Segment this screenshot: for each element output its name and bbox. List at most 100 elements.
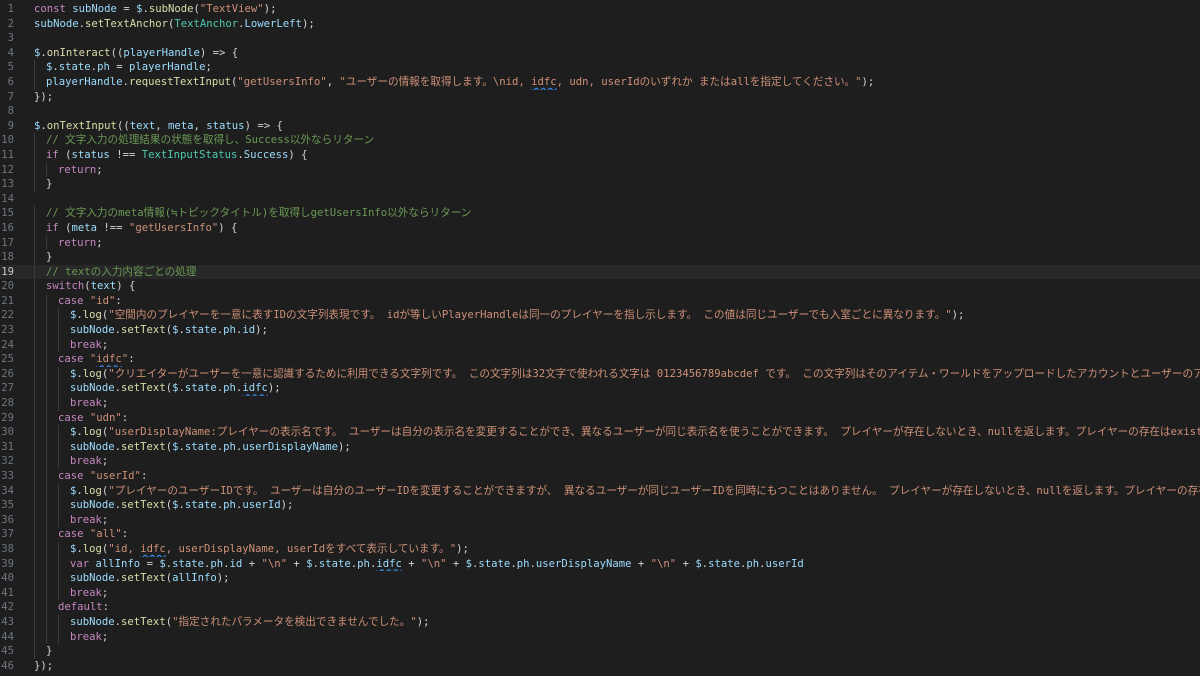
code-line[interactable]: 25 case "idfc": bbox=[0, 352, 1200, 367]
code-line[interactable]: 43 subNode.setText("指定されたパラメータを検出できませんでした… bbox=[0, 615, 1200, 630]
code-line[interactable]: 18} bbox=[0, 250, 1200, 265]
code-line[interactable]: 2 subNode.setTextAnchor(TextAnchor.LowerL… bbox=[0, 17, 1200, 32]
line-text: var allInfo = $.state.ph.id + "\n" + $.s… bbox=[34, 557, 1200, 572]
code-token: ph bbox=[97, 61, 110, 74]
code-line[interactable]: 23 subNode.setText($.state.ph.id); bbox=[0, 323, 1200, 338]
code-line[interactable]: 16 if (meta !== "getUsersInfo") { bbox=[0, 221, 1200, 236]
code-token: ph bbox=[357, 557, 370, 570]
code-token: , bbox=[155, 119, 168, 132]
code-token: ; bbox=[96, 236, 103, 249]
code-line[interactable]: 11 if (status !== TextInputStatus.Success… bbox=[0, 148, 1200, 163]
code-line[interactable]: 19 // textの入力内容ごとの処理 bbox=[0, 264, 1200, 280]
code-token: ) => { bbox=[199, 46, 239, 59]
code-line[interactable]: 5 $.state.ph = playerHandle; bbox=[0, 60, 1200, 75]
indent-guide bbox=[34, 557, 46, 572]
line-text: // 文字入力のmeta情報(≒トピックタイトル)を取得しgetUsersInf… bbox=[34, 206, 1200, 221]
code-lines[interactable]: 1 const subNode = $.subNode("TextView"); 2… bbox=[0, 2, 1200, 673]
line-text: subNode.setText($.state.ph.userId); bbox=[34, 498, 1200, 513]
code-line[interactable]: 44 break; bbox=[0, 630, 1200, 645]
code-token: default bbox=[58, 601, 103, 614]
code-line[interactable]: 27 subNode.setText($.state.ph.idfc); bbox=[0, 381, 1200, 396]
code-token: ; bbox=[101, 397, 109, 410]
code-line[interactable]: 26 $.log("クリエイターがユーザーを一意に認識するために利用できる文字列で… bbox=[0, 367, 1200, 382]
code-line[interactable]: 41 break; bbox=[0, 586, 1200, 601]
code-line[interactable]: 14 bbox=[0, 192, 1200, 207]
code-token: ); bbox=[861, 75, 875, 88]
code-line[interactable]: 42 default: bbox=[0, 600, 1200, 615]
code-token: "userId" bbox=[89, 470, 141, 482]
line-number: 42 bbox=[1, 601, 14, 614]
code-line[interactable]: 30 $.log("userDisplayName:プレイヤーの表示名です。 ユー… bbox=[0, 425, 1200, 440]
code-line[interactable]: 28 break; bbox=[0, 396, 1200, 411]
code-line[interactable]: 37 case "all": bbox=[0, 527, 1200, 542]
code-token: TextAnchor bbox=[174, 17, 239, 30]
code-token: , bbox=[193, 119, 207, 132]
code-token: idfc bbox=[96, 353, 122, 366]
code-line[interactable]: 7}); bbox=[0, 90, 1200, 105]
line-text: } bbox=[34, 644, 1200, 659]
code-line[interactable]: 33 case "userId": bbox=[0, 469, 1200, 484]
code-token: "getUsersInfo" bbox=[237, 75, 327, 88]
code-line[interactable]: 45} bbox=[0, 644, 1200, 659]
line-number: 43 bbox=[1, 615, 14, 628]
code-token: "\n" bbox=[261, 557, 287, 570]
code-line[interactable]: 20 switch(text) { bbox=[0, 279, 1200, 294]
code-token: ; bbox=[101, 455, 109, 468]
code-token: meta bbox=[71, 221, 98, 234]
indent-guide bbox=[34, 425, 46, 440]
code-token: return bbox=[58, 163, 97, 176]
code-line[interactable]: 40 subNode.setText(allInfo); bbox=[0, 571, 1200, 586]
line-number: 9 bbox=[7, 119, 14, 132]
code-token: (( bbox=[116, 119, 130, 132]
code-line[interactable]: 13} bbox=[0, 177, 1200, 192]
code-token: setTextAnchor bbox=[85, 17, 168, 30]
indent-guide bbox=[34, 586, 46, 601]
code-line[interactable]: 32 break; bbox=[0, 454, 1200, 469]
indent-guide bbox=[58, 513, 70, 528]
indent-guide bbox=[46, 367, 58, 382]
line-number: 14 bbox=[1, 192, 14, 205]
line-text: break; bbox=[34, 513, 1200, 528]
line-text: break; bbox=[34, 630, 1200, 645]
code-token: state bbox=[172, 557, 204, 570]
line-number: 15 bbox=[1, 207, 14, 220]
code-token: break bbox=[70, 397, 102, 410]
code-line[interactable]: 34 $.log("プレイヤーのユーザーIDです。 ユーザーは自分のユーザーIDを… bbox=[0, 484, 1200, 499]
line-text: $.log("クリエイターがユーザーを一意に認識するために利用できる文字列です。… bbox=[34, 367, 1200, 382]
code-token: ); bbox=[267, 382, 281, 395]
code-line[interactable]: 10 // 文字入力の処理結果の状態を取得し、Success以外ならリターン bbox=[0, 133, 1200, 148]
code-token: ph bbox=[223, 382, 236, 395]
code-token: // textの入力内容ごとの処理 bbox=[46, 265, 197, 278]
code-line[interactable]: 46}); bbox=[0, 659, 1200, 674]
indent-guide bbox=[34, 206, 46, 221]
line-number: 45 bbox=[1, 645, 14, 658]
code-line[interactable]: 31 subNode.setText($.state.ph.userDisplay… bbox=[0, 440, 1200, 455]
code-line[interactable]: 6 playerHandle.requestTextInput("getUsers… bbox=[0, 75, 1200, 90]
line-text: subNode.setText("指定されたパラメータを検出できませんでした。"… bbox=[34, 615, 1200, 630]
code-line[interactable]: 15 // 文字入力のmeta情報(≒トピックタイトル)を取得しgetUsersI… bbox=[0, 206, 1200, 221]
code-line[interactable]: 17 return; bbox=[0, 236, 1200, 251]
code-line[interactable]: 8 bbox=[0, 104, 1200, 119]
line-number: 13 bbox=[1, 178, 14, 191]
code-token: + bbox=[401, 557, 421, 570]
code-line[interactable]: 24 break; bbox=[0, 338, 1200, 353]
code-line[interactable]: 39 var allInfo = $.state.ph.id + "\n" + $… bbox=[0, 557, 1200, 572]
code-line[interactable]: 36 break; bbox=[0, 513, 1200, 528]
code-line[interactable]: 4 $.onInteract((playerHandle) => { bbox=[0, 46, 1200, 61]
line-number: 33 bbox=[1, 470, 14, 482]
code-token: + bbox=[286, 557, 307, 570]
code-line[interactable]: 12 return; bbox=[0, 163, 1200, 178]
code-line[interactable]: 9 $.onTextInput((text, meta, status) => { bbox=[0, 119, 1200, 134]
code-editor[interactable]: 1 const subNode = $.subNode("TextView"); 2… bbox=[0, 0, 1200, 676]
code-token: subNode bbox=[70, 440, 115, 453]
code-line[interactable]: 1 const subNode = $.subNode("TextView"); bbox=[0, 2, 1200, 17]
code-line[interactable]: 21 case "id": bbox=[0, 294, 1200, 309]
code-line[interactable]: 38 $.log("id, idfc, userDisplayName, user… bbox=[0, 542, 1200, 557]
code-line[interactable]: 35 subNode.setText($.state.ph.userId); bbox=[0, 498, 1200, 513]
code-line[interactable]: 3 bbox=[0, 31, 1200, 46]
indent-guide bbox=[34, 294, 46, 309]
code-token: ph bbox=[516, 557, 530, 570]
code-line[interactable]: 29 case "udn": bbox=[0, 411, 1200, 426]
code-token: ) => { bbox=[244, 119, 283, 132]
code-line[interactable]: 22 $.log("空間内のプレイヤーを一意に表すIDの文字列表現です。 idが等… bbox=[0, 308, 1200, 323]
